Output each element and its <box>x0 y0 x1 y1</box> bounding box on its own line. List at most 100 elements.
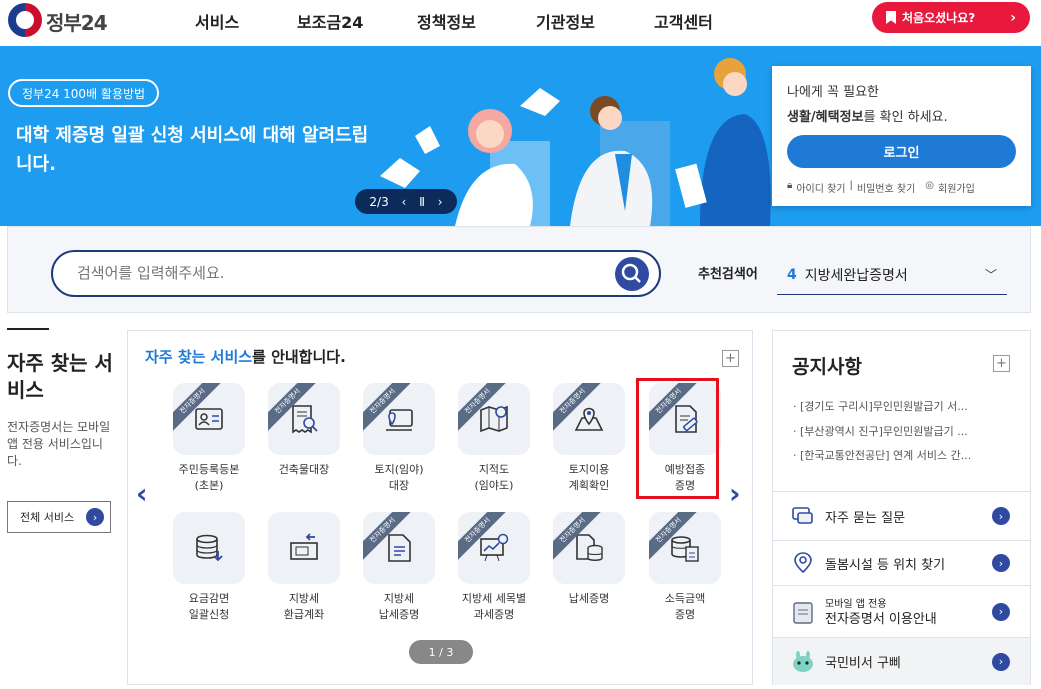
tax-document-icon <box>388 534 411 562</box>
notice-item-text: [한국교통안전공단] 연계 서비스 간... <box>800 449 972 462</box>
bullet-icon: · <box>793 425 800 438</box>
arrow-right-icon: › <box>992 554 1010 572</box>
service-icon-tile: 전자증명서 <box>649 512 721 584</box>
logo-text[interactable]: 정부24 <box>46 7 108 36</box>
pause-icon[interactable]: Ⅱ <box>419 195 425 209</box>
bullet-icon: · <box>793 400 800 413</box>
title-divider <box>7 328 49 330</box>
notice-more-icon[interactable]: + <box>993 355 1010 372</box>
lock-icon: 🔒︎ <box>787 180 793 191</box>
location-pin-icon <box>791 551 815 575</box>
notice-item[interactable]: · [한국교통안전공단] 연계 서비스 간... <box>793 447 1023 463</box>
login-button[interactable]: 로그인 <box>787 135 1016 168</box>
nav-customer-center[interactable]: 고객센터 <box>654 9 713 33</box>
first-visit-button[interactable]: 처음오셨나요? › <box>872 2 1030 33</box>
service-item[interactable]: 전자증명서지방세납세증명 <box>353 512 445 623</box>
banner-pill-link[interactable]: 정부24 100배 활용방법 <box>8 79 160 107</box>
service-item[interactable]: 전자증명서 건축물대장 <box>258 383 350 478</box>
arrow-right-icon: › <box>992 507 1010 525</box>
service-label: 토지(임야) 대장 <box>353 462 445 494</box>
service-label: 납세증명 <box>543 591 635 607</box>
services-more-icon[interactable]: + <box>722 350 739 367</box>
bullet-icon: · <box>793 449 800 462</box>
banner-title[interactable]: 대학 제증명 일괄 신청 서비스에 대해 알려드립니다. <box>16 121 376 179</box>
quick-link-label: 전자증명서 이용안내 <box>825 611 937 627</box>
nav-policy-info[interactable]: 정책정보 <box>417 9 476 33</box>
search-box[interactable] <box>51 250 661 297</box>
search-button[interactable] <box>615 257 649 291</box>
login-intro-bold: 생활/혜택정보 <box>787 110 864 125</box>
service-item[interactable]: 지방세 환급계좌 <box>258 512 350 623</box>
notice-item[interactable]: · [부산광역시 진구]무인민원발급기 ... <box>793 423 1023 439</box>
first-visit-label: 처음오셨나요? <box>902 11 976 25</box>
service-label-line1: 소득금액 <box>664 592 706 605</box>
service-label-line2: 대장 <box>388 479 410 492</box>
service-label-line2: 과세증명 <box>473 608 515 621</box>
tax-chart-icon <box>480 533 509 562</box>
service-icon-tile: 전자증명서 <box>363 512 435 584</box>
service-label: 지적도 (임야도) <box>448 462 540 494</box>
service-label-line1: 토지(임야) <box>374 463 424 476</box>
notice-item-text: [경기도 구리시]무인민원발급기 서... <box>800 400 968 413</box>
service-item[interactable]: 전자증명서납세증명 <box>543 512 635 607</box>
government-emblem-icon[interactable] <box>8 3 42 37</box>
quick-link-label: 돌봄시설 등 위치 찾기 <box>825 557 946 573</box>
service-item[interactable]: 전자증명서소득금액 증명 <box>639 512 731 623</box>
service-label: 요금감면 일괄신청 <box>163 591 255 623</box>
service-item[interactable]: 전자증명서 지방세 세목별 과세증명 <box>448 512 540 623</box>
service-label-line1: 지방세 <box>383 592 415 605</box>
recommended-keyword-label: 추천검색어 <box>698 267 758 282</box>
login-links: 🔒︎ 아이디 찾기 | 비밀번호 찾기 ◎ 회원가입 <box>787 180 1016 195</box>
prev-slide-icon[interactable]: ‹ <box>401 195 406 209</box>
join-link[interactable]: 회원가입 <box>938 180 975 195</box>
banner-pager: 2/3 ‹ Ⅱ › <box>355 189 457 214</box>
service-label: 소득금액 증명 <box>639 591 731 623</box>
nav-service[interactable]: 서비스 <box>195 9 239 33</box>
service-icon-tile: 전자증명서 <box>173 383 245 455</box>
nav-subsidy24[interactable]: 보조금24 <box>297 9 363 33</box>
id-card-icon <box>195 408 223 430</box>
services-prev-icon[interactable]: ‹ <box>136 477 148 510</box>
services-title-highlight: 자주 찾는 서비스 <box>145 348 253 366</box>
service-item[interactable]: 전자증명서 토지이용 계획확인 <box>543 383 635 494</box>
quick-link-mobile-certificate[interactable]: 모바일 앱 전용 전자증명서 이용안내 › <box>773 585 1030 637</box>
search-area: 추천검색어 4 지방세완납증명서 ﹀ <box>7 226 1031 313</box>
quick-link-sub: 모바일 앱 전용 <box>825 598 887 610</box>
service-label-line1: 지방세 <box>288 592 320 605</box>
nav-agency-info[interactable]: 기관정보 <box>536 9 595 33</box>
recommended-keyword-rank: 4 <box>787 266 797 283</box>
services-page-indicator: 1 / 3 <box>409 640 473 664</box>
service-label-line1: 지적도 <box>478 463 510 476</box>
land-plan-icon <box>574 407 604 431</box>
search-icon <box>621 263 641 283</box>
search-input[interactable] <box>77 264 577 282</box>
quick-link-faq[interactable]: 자주 묻는 질문 › <box>773 491 1030 540</box>
notice-item-text: [부산광역시 진구]무인민원발급기 ... <box>800 425 968 438</box>
all-services-button[interactable]: 전체 서비스 › <box>7 501 111 533</box>
map-icon <box>480 405 508 433</box>
notice-item[interactable]: · [경기도 구리시]무인민원발급기 서... <box>793 398 1023 414</box>
tax-payment-icon <box>576 534 603 561</box>
service-item[interactable]: 전자증명서 토지(임야) 대장 <box>353 383 445 494</box>
service-label: 건축물대장 <box>258 462 350 478</box>
service-item[interactable]: 전자증명서 주민등록등본 (초본) <box>163 383 255 494</box>
recommended-keyword-select[interactable]: 4 지방세완납증명서 ﹀ <box>777 255 1007 295</box>
gubbi-mascot-icon <box>791 650 815 674</box>
service-item[interactable]: 요금감면 일괄신청 <box>163 512 255 623</box>
find-id-link[interactable]: 아이디 찾기 <box>796 180 845 195</box>
service-item[interactable]: 전자증명서 지적도 (임야도) <box>448 383 540 494</box>
next-slide-icon[interactable]: › <box>438 195 443 209</box>
quick-link-location[interactable]: 돌봄시설 등 위치 찾기 › <box>773 540 1030 585</box>
header: 정부24 서비스 보조금24 정책정보 기관정보 고객센터 처음오셨나요? › <box>0 0 1041 46</box>
quick-link-gubbi[interactable]: 국민비서 구삐 › <box>773 637 1030 685</box>
services-title-rest: 를 안내합니다. <box>252 348 346 366</box>
banner-page-indicator: 2/3 <box>369 194 389 209</box>
login-intro-rest: 를 확인 하세요. <box>863 110 948 125</box>
service-label-line2: 납세증명 <box>378 608 420 621</box>
highlight-box <box>636 378 719 499</box>
faq-icon <box>791 504 815 528</box>
frequent-services-desc: 전자증명서는 모바일 앱 전용 서비스입니다. <box>7 420 111 468</box>
service-icon-tile: 전자증명서 <box>553 512 625 584</box>
find-password-link[interactable]: 비밀번호 찾기 <box>857 180 915 195</box>
service-icon-tile <box>268 512 340 584</box>
